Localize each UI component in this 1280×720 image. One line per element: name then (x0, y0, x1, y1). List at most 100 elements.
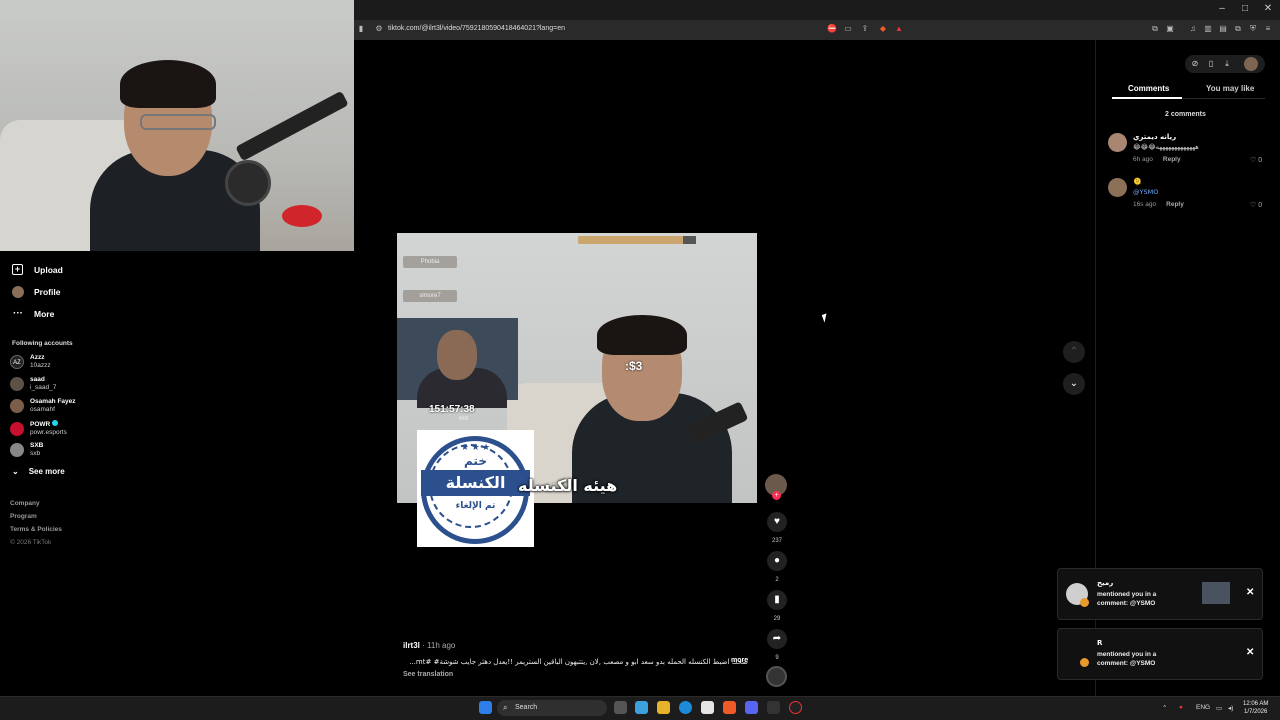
copilot-icon[interactable] (635, 701, 648, 714)
video-timer: 151:57:38 (429, 404, 475, 415)
account-name: Osamah Fayez (30, 398, 76, 405)
account-item[interactable]: SXB sxb (10, 442, 43, 458)
comment-like-button[interactable]: ♡ 0 (1250, 156, 1262, 164)
music-disc-icon[interactable] (766, 666, 787, 687)
cast-icon[interactable]: ▭ (843, 24, 853, 34)
vpn-icon[interactable]: ⛨ (1248, 24, 1258, 34)
minimize-button[interactable]: – (1211, 3, 1233, 14)
taskbar-search[interactable]: Search (497, 700, 607, 716)
see-more-button[interactable]: ⌄ See more (12, 467, 65, 476)
compass-icon[interactable]: ⊘ (1190, 59, 1200, 68)
video-author[interactable]: ilrt3l · 11h ago (403, 641, 455, 650)
tab-you-may-like[interactable]: You may like (1206, 84, 1254, 93)
nav-upload[interactable]: + Upload (12, 262, 63, 278)
close-window-button[interactable]: ✕ (1257, 3, 1279, 14)
close-icon[interactable]: ✕ (1246, 647, 1254, 658)
mention-notification[interactable]: رميح mentioned you in a comment: @YSMO ✕ (1057, 568, 1263, 620)
maximize-button[interactable]: □ (1234, 3, 1256, 14)
copy-icon[interactable]: ⧉ (1233, 24, 1243, 34)
chevron-down-icon: ⌄ (12, 467, 19, 476)
menu-icon[interactable]: ≡ (1263, 24, 1273, 34)
heart-icon[interactable]: ♥ (767, 512, 787, 532)
reply-button[interactable]: Reply (1166, 201, 1184, 208)
account-handle: 10azzz (30, 362, 51, 369)
commenter-name[interactable]: ريانه ديمتري (1133, 133, 1176, 141)
tab-icon[interactable]: ▤ (1218, 24, 1228, 34)
nav-profile-label: Profile (34, 287, 61, 297)
language-indicator[interactable]: ENG (1196, 704, 1210, 711)
store-icon[interactable] (701, 701, 714, 714)
like-action[interactable]: ♥ 237 (766, 512, 788, 544)
rewards-icon[interactable]: ▲ (894, 24, 904, 34)
file-explorer-icon[interactable] (657, 701, 670, 714)
account-item[interactable]: POWR powr.esports (10, 420, 67, 437)
next-video-button[interactable]: ⌄ (1063, 373, 1085, 395)
bookmark-icon[interactable]: ▮ (767, 590, 787, 610)
extensions-icon[interactable]: ⧉ (1150, 24, 1160, 34)
bookmark-icon[interactable]: ▮ (356, 24, 366, 34)
music-icon[interactable]: ♫ (1188, 24, 1198, 34)
webcam-microphone (225, 160, 271, 206)
notification-sender: رميح (1097, 579, 1114, 587)
clock-time: 12:06 AM (1243, 701, 1269, 707)
notification-text: mentioned you in a comment: @YSMO (1097, 591, 1157, 607)
see-translation-button[interactable]: See translation (403, 671, 453, 678)
commenter-avatar[interactable] (1108, 178, 1127, 197)
footer-program[interactable]: Program (10, 513, 37, 520)
footer-terms[interactable]: Terms & Policies (10, 526, 62, 533)
account-name: Azzz (30, 354, 45, 361)
comment-time: 16s ago (1133, 201, 1157, 208)
brave-icon[interactable] (723, 701, 736, 714)
nav-profile[interactable]: Profile (12, 284, 60, 300)
mention-notification[interactable]: R mentioned you in a comment: @YSMO ✕ (1057, 628, 1263, 680)
author-name[interactable]: ilrt3l (403, 641, 420, 650)
search-icon: ⌕ (503, 703, 508, 712)
footer-company[interactable]: Company (10, 500, 40, 507)
cancel-stamp-image: ★ ★ ★ ختم الكنسلة تم الإلغاء (417, 430, 534, 547)
close-icon[interactable]: ✕ (1246, 587, 1254, 598)
account-item[interactable]: AZ Azzz 10azzz (10, 354, 51, 370)
comment-like-button[interactable]: ♡ 0 (1250, 201, 1262, 209)
edge-icon[interactable] (679, 701, 692, 714)
download-icon[interactable]: ⤓ (1222, 59, 1232, 69)
site-info-icon[interactable]: ⚙ (374, 24, 384, 34)
stamp-stars: ★ ★ ★ (460, 442, 491, 452)
taskbar-clock[interactable]: 12:06 AM 1/7/2026 (1243, 700, 1268, 716)
stamp-text-main: الكنسلة (421, 470, 530, 496)
wallet-icon[interactable]: ▣ (1165, 24, 1175, 34)
volume-icon[interactable]: ◂) (1228, 704, 1233, 712)
account-handle: powr.esports (30, 429, 67, 436)
save-action[interactable]: ▮ 29 (766, 590, 788, 622)
tab-comments[interactable]: Comments (1128, 84, 1169, 93)
phone-icon[interactable]: ▯ (1206, 59, 1216, 68)
app-icon[interactable] (767, 701, 780, 714)
nav-more[interactable]: ··· More (12, 306, 54, 322)
share-arrow-icon[interactable]: ➦ (767, 629, 787, 649)
previous-video-button[interactable]: ⌃ (1063, 341, 1085, 363)
comment-icon[interactable]: ● (767, 551, 787, 571)
commenter-avatar[interactable] (1108, 133, 1127, 152)
account-item[interactable]: saad i_saad_7 (10, 376, 56, 392)
start-icon[interactable] (479, 701, 492, 714)
comment-action[interactable]: ● 2 (766, 551, 788, 583)
task-view-icon[interactable] (614, 701, 627, 714)
share-icon[interactable]: ⇪ (860, 24, 870, 34)
obs-icon[interactable] (789, 701, 802, 714)
description-more-button[interactable]: more (731, 657, 748, 664)
user-avatar[interactable] (1244, 57, 1258, 71)
share-action[interactable]: ➦ 9 (766, 629, 788, 661)
reply-button[interactable]: Reply (1163, 156, 1181, 163)
tray-chevron-icon[interactable]: ⌃ (1162, 704, 1167, 712)
tracking-icon[interactable]: ⛔ (827, 24, 837, 34)
network-icon[interactable]: ▭ (1216, 704, 1222, 712)
follow-plus-icon[interactable]: + (772, 491, 781, 500)
mic-icon[interactable]: ● (1179, 704, 1183, 711)
brave-shield-icon[interactable]: ◆ (878, 24, 888, 34)
account-avatar: AZ (10, 355, 24, 369)
sidebar-icon[interactable]: ▥ (1203, 24, 1213, 34)
account-item[interactable]: Osamah Fayez osamahf (10, 398, 76, 414)
url-field[interactable]: tiktok.com/@ilrt3l/video/759218059041846… (388, 25, 565, 32)
discord-icon[interactable] (745, 701, 758, 714)
comment-mention[interactable]: @YSMO (1133, 188, 1158, 196)
notification-badge (1080, 658, 1089, 667)
